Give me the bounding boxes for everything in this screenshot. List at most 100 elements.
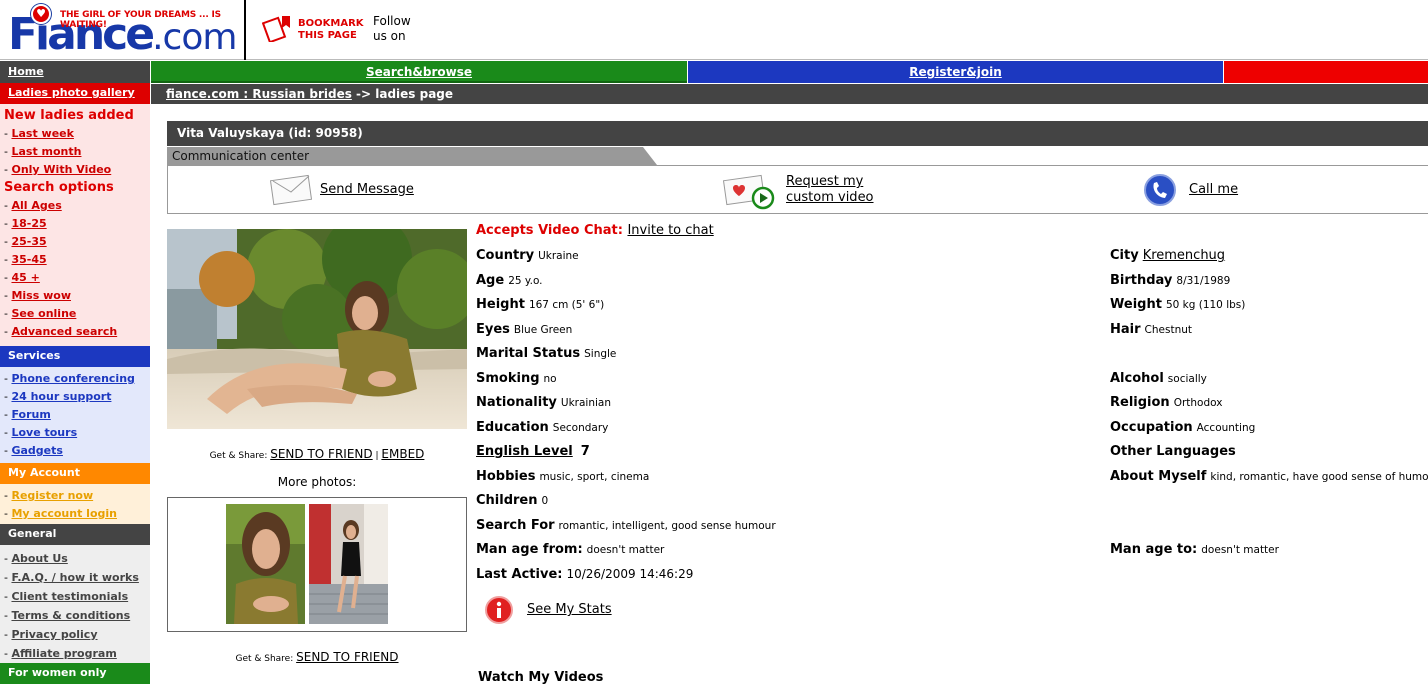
sidebar-item-phone-conferencing[interactable]: - Phone conferencing bbox=[4, 370, 150, 388]
field-smoking: Smoking no bbox=[476, 371, 557, 386]
thumbnails-box bbox=[167, 497, 467, 632]
bookmark-button[interactable]: BOOKMARK THIS PAGE bbox=[262, 14, 367, 44]
share-bar-secondary: Get & Share: SEND TO FRIEND bbox=[235, 650, 399, 664]
sidebar-item-miss-wow[interactable]: - Miss wow bbox=[4, 287, 150, 305]
sidebar-heading-my-account: My Account bbox=[0, 463, 150, 484]
sidebar-item-account-login[interactable]: - My account login bbox=[4, 505, 150, 523]
sidebar-item-25-35[interactable]: - 25-35 bbox=[4, 233, 150, 251]
send-to-friend-link[interactable]: SEND TO FRIEND bbox=[296, 650, 398, 664]
more-photos-label: More photos: bbox=[277, 475, 357, 489]
envelope-icon bbox=[270, 174, 313, 206]
sidebar-item-45-plus[interactable]: - 45 + bbox=[4, 269, 150, 287]
main-profile-photo[interactable] bbox=[167, 229, 467, 429]
field-alcohol: Alcohol socially bbox=[1110, 371, 1207, 386]
embed-link[interactable]: EMBED bbox=[381, 447, 424, 461]
sidebar-item-love-tours[interactable]: - Love tours bbox=[4, 424, 150, 442]
field-hair: Hair Chestnut bbox=[1110, 322, 1192, 337]
sidebar-heading-for-women: For women only bbox=[0, 663, 150, 684]
sidebar-item-last-week[interactable]: - Last week bbox=[4, 125, 150, 143]
sidebar-account-block: - Register now - My account login bbox=[0, 484, 150, 524]
breadcrumb-current: -> ladies page bbox=[351, 87, 454, 101]
field-height: Height 167 cm (5' 6") bbox=[476, 297, 605, 312]
breadcrumb: fiance.com : Russian brides -> ladies pa… bbox=[151, 84, 1428, 104]
watch-videos-heading: Watch My Videos bbox=[478, 670, 604, 685]
comm-center-tab: Communication center bbox=[167, 147, 657, 165]
sidebar-ladies-gallery[interactable]: Ladies photo gallery bbox=[0, 83, 150, 104]
sidebar: Ladies photo gallery New ladies added - … bbox=[0, 83, 150, 694]
call-me-label: Call me bbox=[1189, 182, 1239, 197]
field-english-level[interactable]: English Level 7 bbox=[476, 444, 590, 459]
sidebar-heading-new-ladies: New ladies added bbox=[4, 108, 134, 123]
field-occupation: Occupation Accounting bbox=[1110, 420, 1256, 435]
site-logo[interactable]: Fiance.com ♥ THE GIRL OF YOUR DREAMS ...… bbox=[0, 0, 246, 60]
sidebar-item-affiliate[interactable]: - Affiliate program bbox=[4, 644, 150, 663]
field-search-for: Search For romantic, intelligent, good se… bbox=[476, 518, 776, 533]
field-last-active: Last Active: 10/26/2009 14:46:29 bbox=[476, 567, 694, 582]
breadcrumb-link[interactable]: fiance.com : Russian brides bbox=[166, 87, 352, 101]
send-message-label: Send Message bbox=[320, 182, 414, 197]
send-message-button[interactable]: Send Message bbox=[268, 166, 428, 214]
invite-to-chat-link[interactable]: Invite to chat bbox=[627, 223, 713, 238]
field-weight: Weight 50 kg (110 lbs) bbox=[1110, 297, 1246, 312]
sidebar-item-see-online[interactable]: - See online bbox=[4, 305, 150, 323]
field-country: Country Ukraine bbox=[476, 248, 579, 263]
follow-us-label: Follow us on bbox=[373, 14, 411, 43]
bookmark-icon bbox=[262, 16, 290, 42]
sidebar-item-only-video[interactable]: - Only With Video bbox=[4, 161, 150, 179]
sidebar-item-24-hour-support[interactable]: - 24 hour support bbox=[4, 388, 150, 406]
field-birthday: Birthday 8/31/1989 bbox=[1110, 273, 1231, 288]
field-marital-status: Marital Status Single bbox=[476, 346, 617, 361]
sidebar-item-privacy[interactable]: - Privacy policy bbox=[4, 625, 150, 644]
sidebar-item-35-45[interactable]: - 35-45 bbox=[4, 251, 150, 269]
video-envelope-icon bbox=[723, 174, 775, 210]
sidebar-item-faq[interactable]: - F.A.Q. / how it works bbox=[4, 568, 150, 587]
sidebar-item-terms[interactable]: - Terms & conditions bbox=[4, 606, 150, 625]
sidebar-new-search-block: New ladies added - Last week - Last mont… bbox=[0, 104, 150, 346]
field-eyes: Eyes Blue Green bbox=[476, 322, 573, 337]
thumbnail-photo[interactable] bbox=[226, 504, 305, 624]
sidebar-item-gadgets[interactable]: - Gadgets bbox=[4, 442, 150, 460]
call-me-button[interactable]: Call me bbox=[1143, 166, 1283, 214]
phone-icon bbox=[1144, 174, 1176, 206]
field-education: Education Secondary bbox=[476, 420, 609, 435]
thumbnail-photo[interactable] bbox=[309, 504, 388, 624]
video-chat-line: Accepts Video Chat: Invite to chat bbox=[476, 223, 714, 238]
see-my-stats-button[interactable]: See My Stats bbox=[484, 595, 684, 627]
sidebar-item-about-us[interactable]: - About Us bbox=[4, 549, 150, 568]
field-man-age-to: Man age to: doesn't matter bbox=[1110, 542, 1279, 557]
field-children: Children 0 bbox=[476, 493, 549, 508]
nav-extra-tab[interactable] bbox=[1224, 61, 1428, 83]
nav-search-browse[interactable]: Search&browse bbox=[151, 61, 687, 83]
field-hobbies: Hobbies music, sport, cinema bbox=[476, 469, 650, 484]
sidebar-heading-general: General bbox=[0, 524, 150, 545]
heart-icon: ♥ bbox=[31, 4, 51, 24]
field-man-age-from: Man age from: doesn't matter bbox=[476, 542, 665, 557]
field-city: City Kremenchug bbox=[1110, 248, 1226, 263]
nav-register-join[interactable]: Register&join bbox=[688, 61, 1223, 83]
sidebar-general-block: - About Us - F.A.Q. / how it works - Cli… bbox=[0, 545, 150, 663]
send-to-friend-link[interactable]: SEND TO FRIEND bbox=[270, 447, 372, 461]
photo-image bbox=[167, 229, 467, 429]
request-video-button[interactable]: Request my custom video bbox=[723, 166, 923, 214]
request-video-label: Request my custom video bbox=[786, 174, 874, 205]
sidebar-item-register-now[interactable]: - Register now bbox=[4, 487, 150, 505]
share-bar: Get & Share: SEND TO FRIEND | EMBED bbox=[209, 447, 425, 461]
nav-home[interactable]: Home bbox=[0, 61, 150, 83]
site-header: Fiance.com ♥ THE GIRL OF YOUR DREAMS ...… bbox=[0, 0, 1428, 60]
sidebar-item-18-25[interactable]: - 18-25 bbox=[4, 215, 150, 233]
sidebar-heading-search-options: Search options bbox=[4, 180, 114, 195]
field-nationality: Nationality Ukrainian bbox=[476, 395, 611, 410]
sidebar-item-last-month[interactable]: - Last month bbox=[4, 143, 150, 161]
main-nav: Home Search&browse Register&join bbox=[0, 61, 1428, 83]
sidebar-item-forum[interactable]: - Forum bbox=[4, 406, 150, 424]
city-link[interactable]: Kremenchug bbox=[1143, 248, 1225, 263]
field-religion: Religion Orthodox bbox=[1110, 395, 1223, 410]
sidebar-item-all-ages[interactable]: - All Ages bbox=[4, 197, 150, 215]
sidebar-item-testimonials[interactable]: - Client testimonials bbox=[4, 587, 150, 606]
field-age: Age 25 y.o. bbox=[476, 273, 543, 288]
logo-tagline: THE GIRL OF YOUR DREAMS ... IS WAITING! bbox=[60, 10, 221, 30]
sidebar-item-advanced-search[interactable]: - Advanced search bbox=[4, 323, 150, 341]
sidebar-heading-services: Services bbox=[0, 346, 150, 367]
field-about-myself: About Myself kind, romantic, have good se… bbox=[1110, 469, 1428, 484]
field-other-languages: Other Languages bbox=[1110, 444, 1236, 459]
